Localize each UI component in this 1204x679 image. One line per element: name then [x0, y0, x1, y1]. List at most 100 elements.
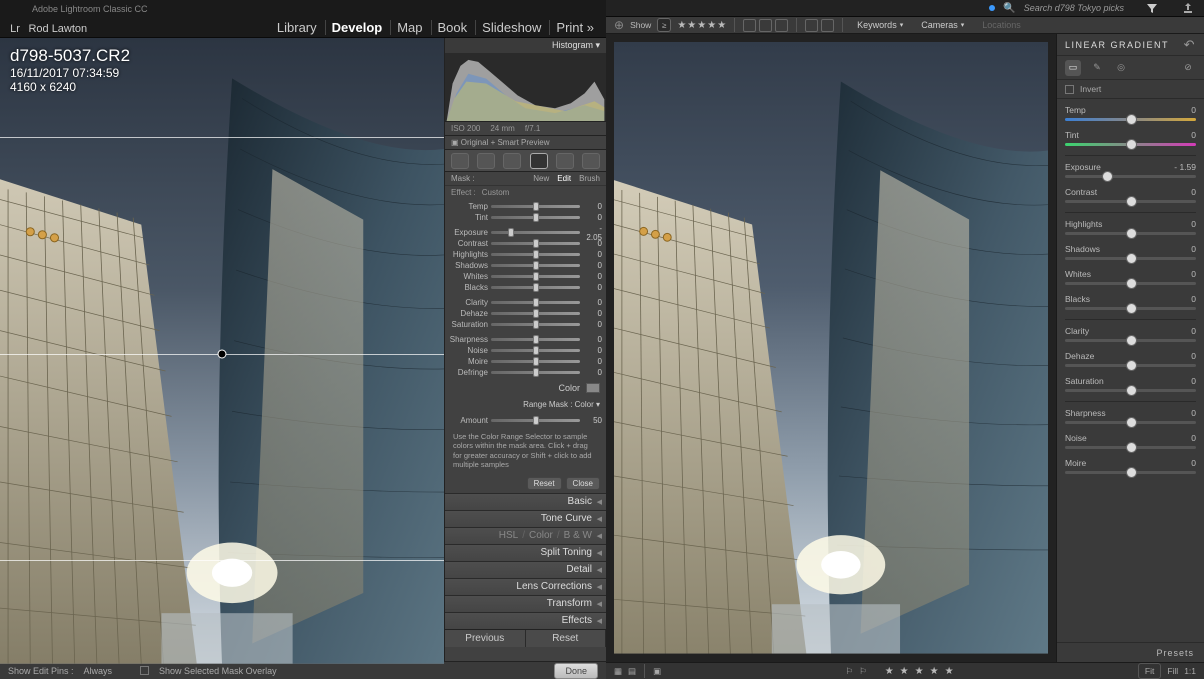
image-canvas[interactable]: d798-5037.CR2 16/11/2017 07:34:59 4160 x… [0, 38, 444, 661]
tint-slider[interactable]: Tint0 [1065, 130, 1196, 146]
color-picker-row[interactable]: Color [445, 380, 606, 396]
star-icon[interactable]: ★ [885, 666, 894, 677]
filmstrip-icon[interactable]: ▤ [628, 666, 636, 677]
mask-tab-brush[interactable]: Brush [579, 174, 600, 183]
radial-tool-icon[interactable]: ◎ [1113, 60, 1129, 76]
erase-tool-icon[interactable]: ⊘ [1180, 60, 1196, 76]
contrast-slider[interactable]: Contrast 0 [449, 238, 602, 249]
star-icon[interactable]: ★ [900, 666, 909, 677]
panel-hsl-color-b-w[interactable]: HSL/Color/B & W◀ [445, 527, 606, 544]
invert-checkbox[interactable] [1065, 85, 1074, 94]
panel-transform[interactable]: Transform◀ [445, 595, 606, 612]
flag-reject-icon[interactable] [775, 19, 788, 32]
grid-view-icon[interactable]: ▦ [614, 666, 622, 677]
mask-tab-edit[interactable]: Edit [557, 174, 571, 183]
gradient-line-top[interactable] [0, 137, 444, 138]
share-icon[interactable] [1180, 0, 1196, 16]
temp-slider[interactable]: Temp0 [1065, 105, 1196, 121]
mask-overlay-checkbox[interactable] [140, 666, 149, 675]
tint-slider[interactable]: Tint 0 [449, 212, 602, 223]
keywords-dropdown[interactable]: Keywords▾ [851, 18, 909, 32]
close-mask-button[interactable]: Close [566, 477, 600, 490]
flag-pick-bottom-icon[interactable]: ⚐ [845, 666, 853, 677]
grad-tool-icon[interactable] [530, 153, 548, 169]
spot-tool-icon[interactable] [477, 153, 495, 169]
eye-tool-icon[interactable] [503, 153, 521, 169]
add-photo-icon[interactable]: ⊕ [614, 18, 624, 32]
shadows-slider[interactable]: Shadows0 [1065, 244, 1196, 260]
gradient-line-bottom[interactable] [0, 560, 444, 561]
done-button[interactable]: Done [554, 663, 598, 679]
dehaze-slider[interactable]: Dehaze0 [1065, 351, 1196, 367]
flag-unflagged-icon[interactable] [759, 19, 772, 32]
whites-slider[interactable]: Whites 0 [449, 271, 602, 282]
highlights-slider[interactable]: Highlights0 [1065, 219, 1196, 235]
search-bar[interactable]: 🔍 Search d798 Tokyo picks [614, 3, 1124, 14]
star-icon[interactable]: ★ [930, 666, 939, 677]
mask-tab-new[interactable]: New [533, 174, 549, 183]
flag-reject-bottom-icon[interactable]: ⚐ [859, 666, 867, 677]
range-mask-dropdown[interactable]: Range Mask : Color ▾ [445, 396, 606, 413]
moire-slider[interactable]: Moire0 [1065, 458, 1196, 474]
clarity-slider[interactable]: Clarity 0 [449, 297, 602, 308]
previous-button[interactable]: Previous [445, 630, 526, 647]
loupe-view-icon[interactable]: ▣ [653, 666, 661, 677]
module-library[interactable]: Library [271, 20, 323, 35]
star-icon[interactable]: ★ [707, 20, 716, 31]
crop-tool-icon[interactable] [451, 153, 469, 169]
cameras-dropdown[interactable]: Cameras▾ [915, 18, 970, 32]
module-slideshow[interactable]: Slideshow [475, 20, 547, 35]
fill-button[interactable]: Fill [1167, 666, 1178, 676]
view-grid-icon[interactable] [805, 19, 818, 32]
star-icon[interactable]: ★ [717, 20, 726, 31]
noise-slider[interactable]: Noise 0 [449, 345, 602, 356]
brush-tool-icon[interactable] [582, 153, 600, 169]
noise-slider[interactable]: Noise0 [1065, 433, 1196, 449]
reset-all-button[interactable]: Reset [526, 630, 607, 647]
contrast-slider[interactable]: Contrast0 [1065, 187, 1196, 203]
panel-effects[interactable]: Effects◀ [445, 612, 606, 629]
star-icon[interactable]: ★ [945, 666, 954, 677]
sharpness-slider[interactable]: Sharpness0 [1065, 408, 1196, 424]
clarity-slider[interactable]: Clarity0 [1065, 326, 1196, 342]
blacks-slider[interactable]: Blacks0 [1065, 294, 1196, 310]
moire-slider[interactable]: Moire 0 [449, 356, 602, 367]
star-icon[interactable]: ★ [697, 20, 706, 31]
color-swatch[interactable] [586, 383, 600, 393]
locations-dropdown[interactable]: Locations [976, 18, 1027, 32]
linear-gradient-tool-icon[interactable]: ▭ [1065, 60, 1081, 76]
histogram-header[interactable]: Histogram ▾ [445, 38, 606, 54]
flag-pick-icon[interactable] [743, 19, 756, 32]
fit-button[interactable]: Fit [1138, 663, 1161, 679]
view-detail-icon[interactable] [821, 19, 834, 32]
module-map[interactable]: Map [390, 20, 428, 35]
presets-header[interactable]: Presets [1057, 642, 1204, 662]
defringe-slider[interactable]: Defringe 0 [449, 367, 602, 378]
star-icon[interactable]: ★ [915, 666, 924, 677]
blacks-slider[interactable]: Blacks 0 [449, 282, 602, 293]
back-icon[interactable]: ↶ [1184, 37, 1196, 53]
radial-tool-icon[interactable] [556, 153, 574, 169]
rating-mode-toggle[interactable]: ≥ [657, 18, 671, 32]
filter-icon[interactable] [1144, 0, 1160, 16]
saturation-slider[interactable]: Saturation0 [1065, 376, 1196, 392]
shadows-slider[interactable]: Shadows 0 [449, 260, 602, 271]
module-develop[interactable]: Develop [325, 20, 389, 35]
brush-tool-icon[interactable]: ✎ [1089, 60, 1105, 76]
dehaze-slider[interactable]: Dehaze 0 [449, 308, 602, 319]
panel-tone-curve[interactable]: Tone Curve◀ [445, 510, 606, 527]
exposure-slider[interactable]: Exposure - 2.05 [449, 227, 602, 238]
gradient-handle[interactable] [218, 350, 227, 359]
module-book[interactable]: Book [431, 20, 474, 35]
star-filter[interactable]: ★ ★ ★ ★ ★ [677, 20, 726, 31]
effect-dropdown[interactable]: Effect :Custom [445, 186, 606, 199]
histogram[interactable] [445, 54, 606, 122]
star-icon[interactable]: ★ [677, 20, 686, 31]
one-to-one-button[interactable]: 1:1 [1184, 666, 1196, 676]
reset-mask-button[interactable]: Reset [527, 477, 562, 490]
cc-canvas[interactable] [606, 34, 1056, 662]
sharpness-slider[interactable]: Sharpness 0 [449, 334, 602, 345]
module-print[interactable]: Print » [549, 20, 600, 35]
panel-split-toning[interactable]: Split Toning◀ [445, 544, 606, 561]
exposure-slider[interactable]: Exposure- 1.59 [1065, 162, 1196, 178]
